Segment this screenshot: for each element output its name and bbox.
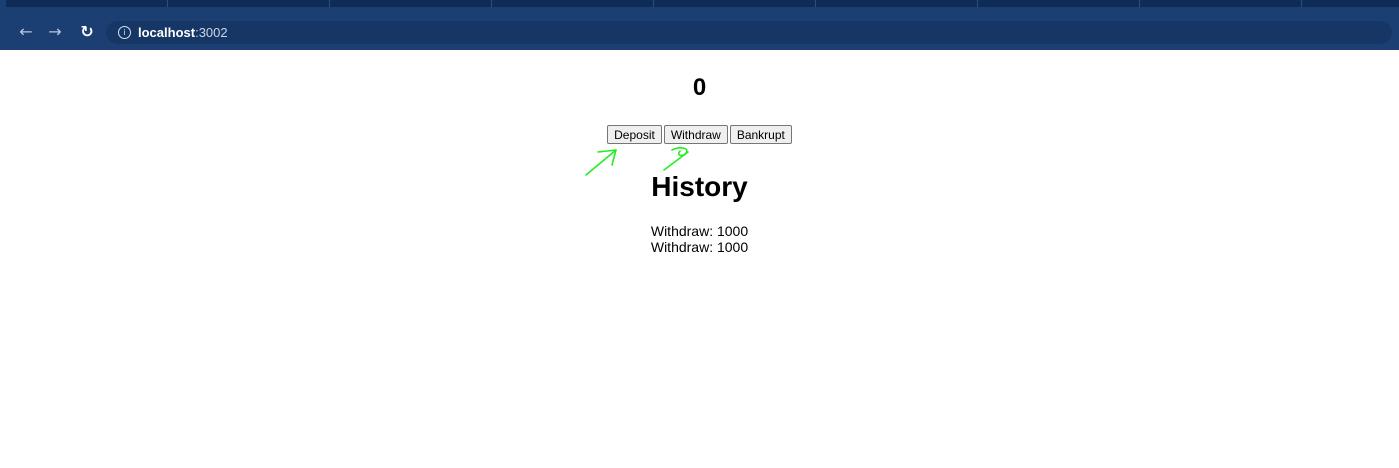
- action-buttons: Deposit Withdraw Bankrupt: [607, 125, 792, 144]
- history-title: History: [651, 171, 748, 202]
- balance-display: 0: [692, 74, 707, 101]
- bankrupt-button[interactable]: Bankrupt: [729, 125, 792, 144]
- url-host: localhost: [138, 25, 196, 40]
- url-text: localhost:3002: [138, 25, 228, 40]
- withdraw-button[interactable]: Withdraw: [663, 125, 728, 144]
- history-item: Withdraw: 1000: [650, 223, 749, 239]
- browser-toolbar: ← → ↻ i localhost:3002: [0, 0, 1399, 50]
- tab-strip: [6, 0, 1399, 7]
- address-bar[interactable]: i localhost:3002: [106, 21, 1392, 44]
- info-icon[interactable]: i: [118, 26, 131, 39]
- deposit-button[interactable]: Deposit: [607, 125, 662, 144]
- url-port: :3002: [195, 25, 228, 40]
- history-list: Withdraw: 1000 Withdraw: 1000: [0, 223, 1399, 255]
- reload-icon[interactable]: ↻: [78, 23, 96, 41]
- history-item: Withdraw: 1000: [650, 239, 749, 255]
- app-root: 0 Deposit Withdraw Bankrupt History With…: [0, 50, 1399, 255]
- arrow-left-icon[interactable]: ←: [17, 23, 35, 41]
- arrow-right-icon[interactable]: →: [46, 23, 64, 41]
